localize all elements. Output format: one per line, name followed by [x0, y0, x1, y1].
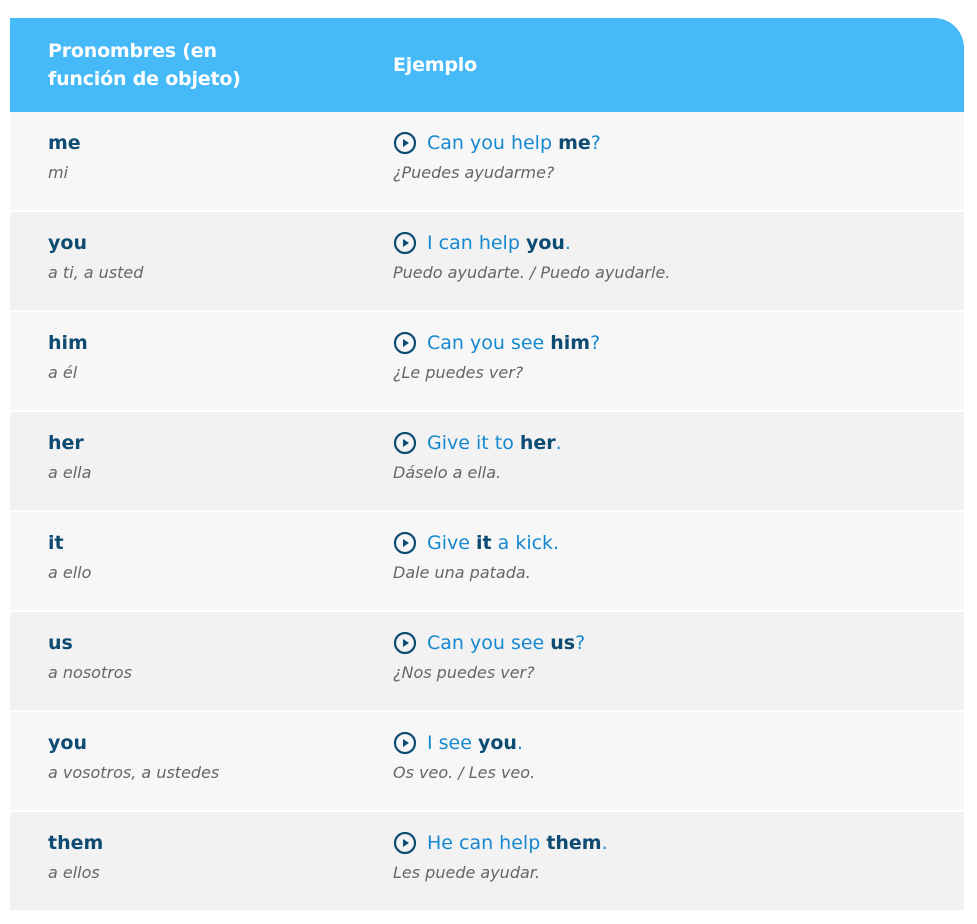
- example-text: I see: [427, 732, 478, 754]
- pronoun-translation: a él: [48, 363, 78, 382]
- pronoun-cell: her a ella: [10, 430, 393, 510]
- example-text-end: ?: [590, 132, 601, 154]
- header-pronouns: Pronombres (en función de objeto): [10, 37, 393, 93]
- play-circle-icon[interactable]: [393, 331, 417, 355]
- example-cell: Give it a kick. Dale una patada.: [393, 530, 964, 610]
- example-cell: I can help you. Puedo ayudarte. / Puedo …: [393, 230, 964, 310]
- example-sentence[interactable]: I can help you.: [393, 230, 964, 256]
- example-text-end: .: [564, 232, 571, 254]
- example-text-end: .: [516, 732, 523, 754]
- pronoun-translation: a ella: [48, 463, 92, 482]
- example-text: Can you see: [427, 632, 551, 654]
- example-cell: I see you. Os veo. / Les veo.: [393, 730, 964, 810]
- example-cell: Can you see him? ¿Le puedes ver?: [393, 330, 964, 410]
- pronoun-translation: a ellos: [48, 863, 100, 882]
- example-pronoun: you: [477, 732, 517, 754]
- example-text-end: .: [601, 832, 608, 854]
- example-translation: ¿Nos puedes ver?: [393, 663, 535, 682]
- pronoun-text: him: [48, 332, 88, 354]
- header-pronouns-line2: función de objeto): [48, 68, 241, 90]
- table-body: me mi Can you help me? ¿Puedes ayudarme?…: [10, 112, 964, 912]
- pronoun-text: them: [48, 832, 104, 854]
- pronoun-translation: a nosotros: [48, 663, 132, 682]
- pronoun-cell: us a nosotros: [10, 630, 393, 710]
- example-translation: Dale una patada.: [393, 563, 531, 582]
- table-header: Pronombres (en función de objeto) Ejempl…: [10, 18, 964, 112]
- play-circle-icon[interactable]: [393, 831, 417, 855]
- example-pronoun: us: [550, 632, 576, 654]
- pronoun-table: Pronombres (en función de objeto) Ejempl…: [10, 18, 964, 912]
- pronoun-cell: him a él: [10, 330, 393, 410]
- example-translation: Puedo ayudarte. / Puedo ayudarle.: [393, 263, 671, 282]
- example-sentence[interactable]: I see you.: [393, 730, 964, 756]
- example-text: Can you see: [427, 332, 551, 354]
- example-text: Give it to: [427, 432, 520, 454]
- example-text: Can you help: [427, 132, 559, 154]
- pronoun-translation: a ello: [48, 563, 92, 582]
- pronoun-translation: a vosotros, a ustedes: [48, 763, 220, 782]
- pronoun-translation: mi: [48, 163, 69, 182]
- table-row: you a vosotros, a ustedes I see you. Os …: [10, 712, 964, 812]
- table-row: me mi Can you help me? ¿Puedes ayudarme?: [10, 112, 964, 212]
- example-pronoun: them: [546, 832, 602, 854]
- example-sentence[interactable]: Give it to her.: [393, 430, 964, 456]
- example-text-end: ?: [590, 332, 601, 354]
- pronoun-text: you: [48, 232, 87, 254]
- pronoun-text: us: [48, 632, 73, 654]
- play-circle-icon[interactable]: [393, 431, 417, 455]
- example-text: He can help: [427, 832, 547, 854]
- example-text-end: a kick.: [491, 532, 560, 554]
- example-text: I can help: [427, 232, 526, 254]
- example-text-end: .: [555, 432, 562, 454]
- play-circle-icon[interactable]: [393, 231, 417, 255]
- play-circle-icon[interactable]: [393, 131, 417, 155]
- table-row: it a ello Give it a kick. Dale una patad…: [10, 512, 964, 612]
- pronoun-cell: them a ellos: [10, 830, 393, 910]
- table-row: us a nosotros Can you see us? ¿Nos puede…: [10, 612, 964, 712]
- example-sentence[interactable]: Can you see him?: [393, 330, 964, 356]
- pronoun-text: it: [48, 532, 64, 554]
- table-row: him a él Can you see him? ¿Le puedes ver…: [10, 312, 964, 412]
- example-cell: Give it to her. Dáselo a ella.: [393, 430, 964, 510]
- example-pronoun: him: [550, 332, 591, 354]
- header-pronouns-line1: Pronombres (en: [48, 40, 217, 62]
- pronoun-text: her: [48, 432, 84, 454]
- pronoun-cell: me mi: [10, 130, 393, 210]
- example-sentence[interactable]: Give it a kick.: [393, 530, 964, 556]
- table-row: them a ellos He can help them. Les puede…: [10, 812, 964, 912]
- example-cell: Can you help me? ¿Puedes ayudarme?: [393, 130, 964, 210]
- pronoun-cell: you a ti, a usted: [10, 230, 393, 310]
- table-row: you a ti, a usted I can help you. Puedo …: [10, 212, 964, 312]
- example-pronoun: you: [525, 232, 565, 254]
- play-circle-icon[interactable]: [393, 531, 417, 555]
- example-translation: Les puede ayudar.: [393, 863, 540, 882]
- example-text: Give: [427, 532, 476, 554]
- pronoun-cell: you a vosotros, a ustedes: [10, 730, 393, 810]
- pronoun-cell: it a ello: [10, 530, 393, 610]
- example-translation: ¿Le puedes ver?: [393, 363, 524, 382]
- example-sentence[interactable]: Can you help me?: [393, 130, 964, 156]
- example-translation: Os veo. / Les veo.: [393, 763, 536, 782]
- play-circle-icon[interactable]: [393, 731, 417, 755]
- pronoun-text: you: [48, 732, 87, 754]
- example-translation: Dáselo a ella.: [393, 463, 502, 482]
- pronoun-translation: a ti, a usted: [48, 263, 144, 282]
- example-sentence[interactable]: He can help them.: [393, 830, 964, 856]
- example-translation: ¿Puedes ayudarme?: [393, 163, 555, 182]
- example-cell: He can help them. Les puede ayudar.: [393, 830, 964, 910]
- example-pronoun: me: [558, 132, 591, 154]
- example-pronoun: it: [475, 532, 492, 554]
- pronoun-text: me: [48, 132, 81, 154]
- example-sentence[interactable]: Can you see us?: [393, 630, 964, 656]
- play-circle-icon[interactable]: [393, 631, 417, 655]
- example-text-end: ?: [575, 632, 586, 654]
- example-pronoun: her: [519, 432, 556, 454]
- header-example: Ejemplo: [393, 54, 477, 76]
- table-row: her a ella Give it to her. Dáselo a ella…: [10, 412, 964, 512]
- example-cell: Can you see us? ¿Nos puedes ver?: [393, 630, 964, 710]
